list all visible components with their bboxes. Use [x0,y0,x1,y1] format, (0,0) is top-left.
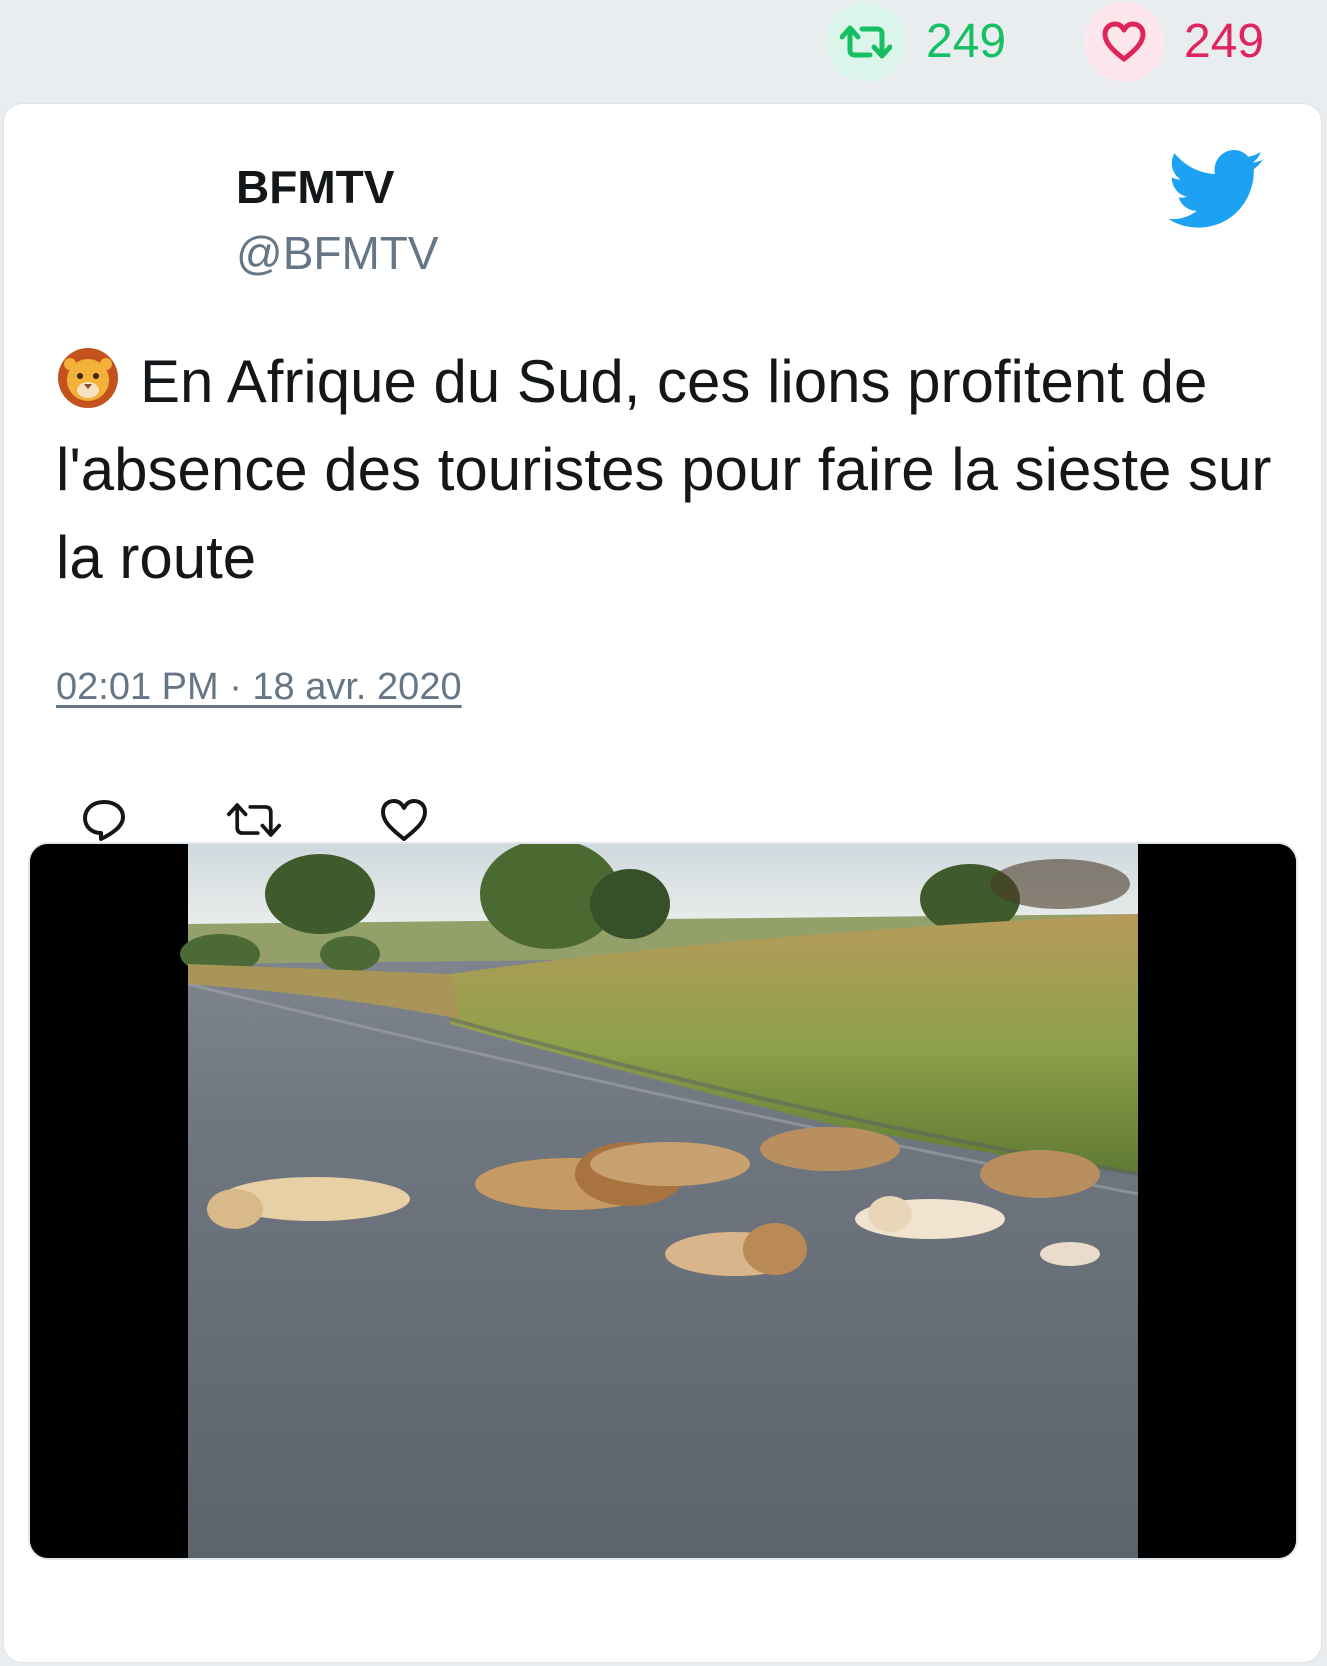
tweet-timestamp[interactable]: 02:01 PM · 18 avr. 2020 [56,668,462,706]
tweet-text: En Afrique du Sud, ces lions profitent d… [56,338,1296,602]
reply-icon[interactable] [76,792,132,848]
tweet-header: BFMTV @BFMTV [4,104,1321,304]
retweet-count: 249 [926,15,1007,68]
like-count: 249 [1184,15,1265,68]
tweet-card: BFMTV @BFMTV En Afrique du Sud, ces lion… [4,104,1321,1662]
twitter-bird-icon[interactable] [1169,150,1265,230]
tweet-actions [76,792,432,848]
like-icon[interactable] [376,792,432,848]
retweet-icon[interactable] [226,792,282,848]
retweet-icon[interactable] [826,2,906,82]
like-stat[interactable]: 249 [1084,2,1264,82]
lion-face-emoji [58,348,118,408]
engagement-bar: 249 249 [0,0,1327,100]
heart-icon[interactable] [1084,2,1164,82]
lions-on-road-photo [30,844,1296,1558]
tweet-media[interactable] [30,844,1296,1558]
tweet-body: En Afrique du Sud, ces lions profitent d… [56,348,1272,591]
user-handle[interactable]: @BFMTV [236,230,439,276]
display-name[interactable]: BFMTV [236,164,394,210]
retweet-stat[interactable]: 249 [826,2,1006,82]
